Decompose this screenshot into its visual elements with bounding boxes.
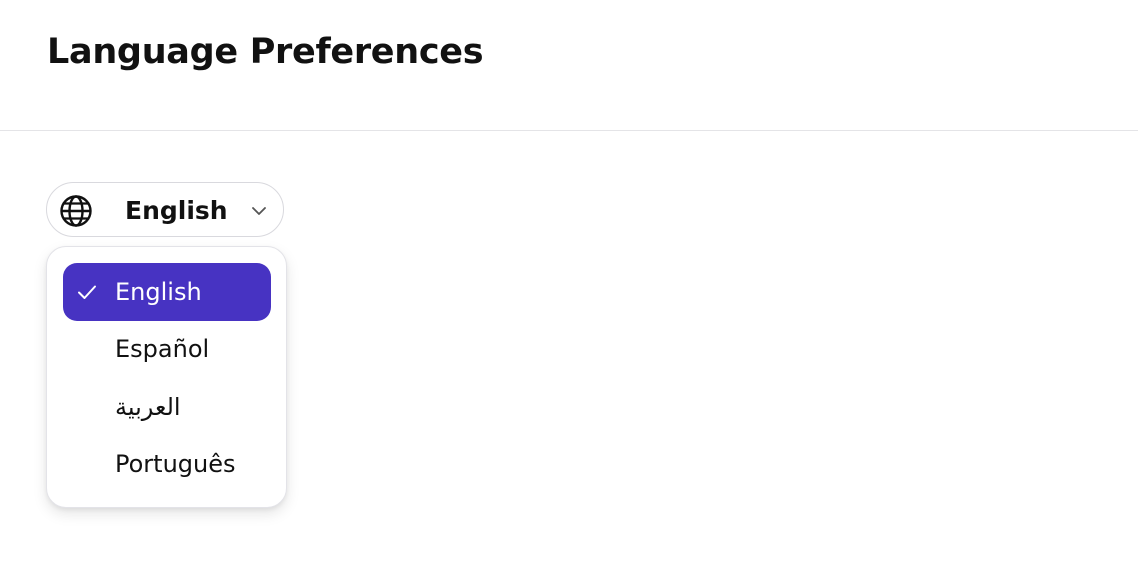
language-option-arabic[interactable]: العربية xyxy=(63,378,271,436)
selected-language-label: English xyxy=(125,196,228,225)
language-select-button[interactable]: English xyxy=(46,182,284,237)
language-option-label: Español xyxy=(115,335,210,363)
check-icon xyxy=(78,285,96,299)
language-option-label: العربية xyxy=(115,393,181,421)
page-title: Language Preferences xyxy=(47,32,484,72)
language-preferences-page: Language Preferences English English Esp… xyxy=(0,0,1138,570)
language-option-label: Português xyxy=(115,450,236,478)
globe-icon xyxy=(60,195,92,227)
language-option-espanol[interactable]: Español xyxy=(63,320,271,378)
language-dropdown-menu: English Español العربية Português xyxy=(46,246,287,508)
language-option-portugues[interactable]: Português xyxy=(63,435,271,493)
header-divider xyxy=(0,130,1138,131)
language-option-english[interactable]: English xyxy=(63,263,271,321)
chevron-down-icon xyxy=(252,207,266,215)
language-option-label: English xyxy=(115,278,202,306)
